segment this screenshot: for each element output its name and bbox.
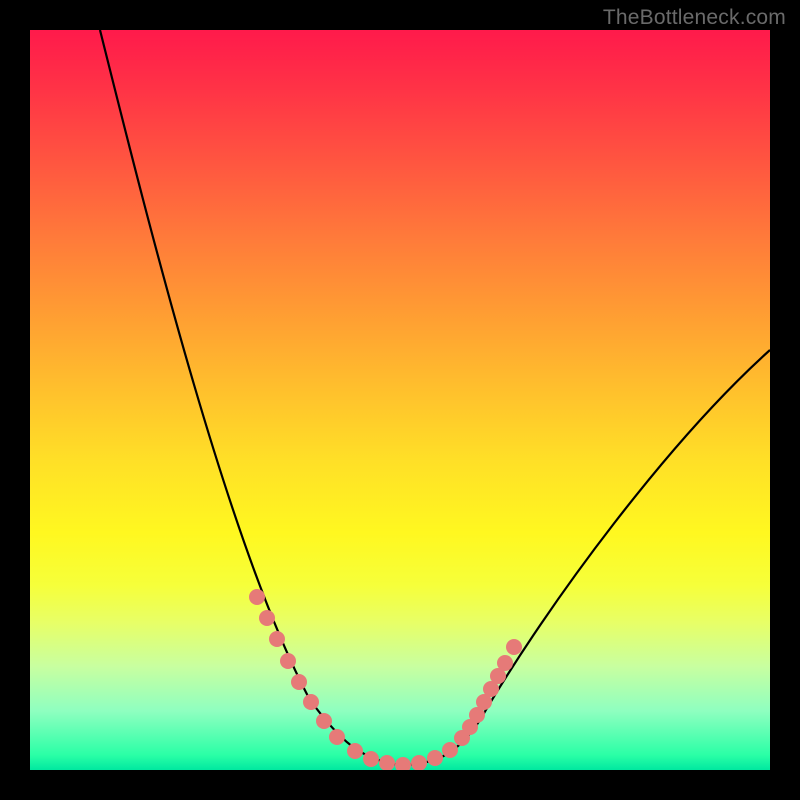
watermark-text: TheBottleneck.com <box>603 6 786 30</box>
plot-area <box>30 30 770 770</box>
